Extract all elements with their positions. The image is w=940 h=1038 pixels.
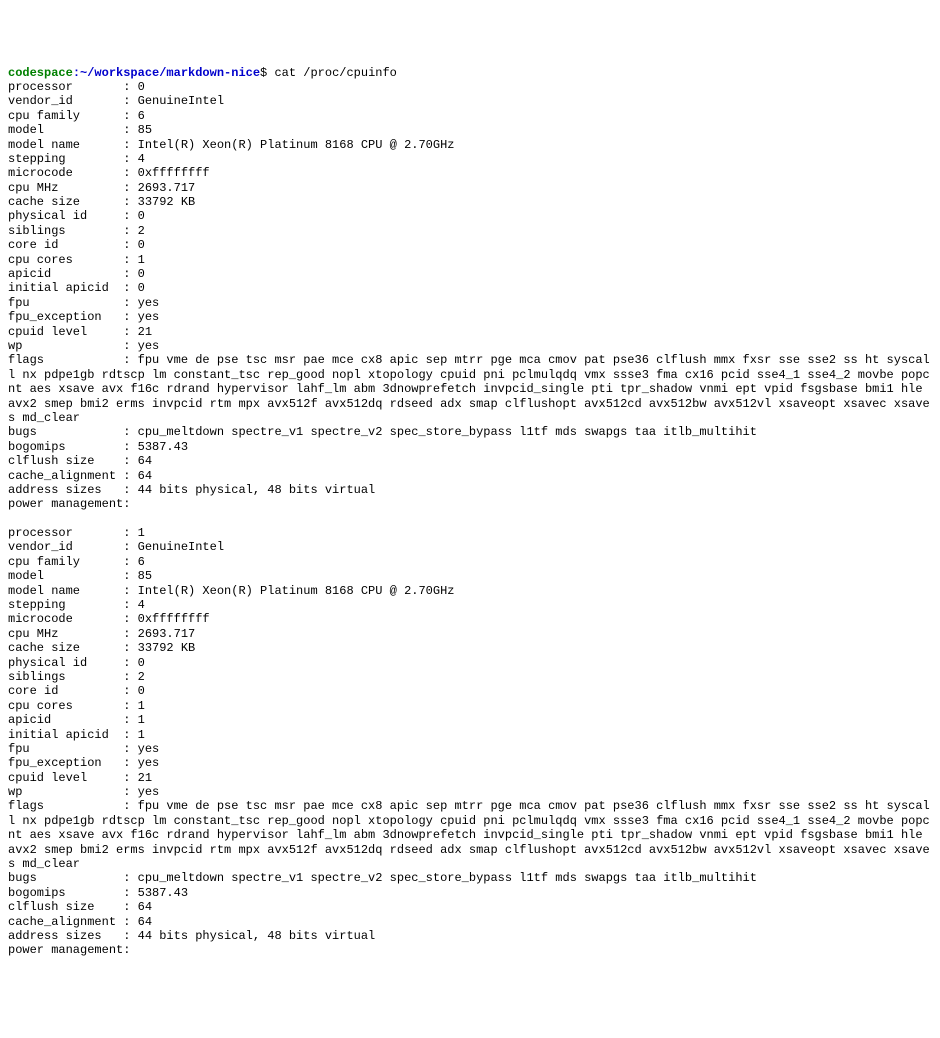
terminal[interactable]: codespace:~/workspace/markdown-nice$ cat… — [8, 66, 932, 958]
prompt-separator: : — [73, 66, 80, 80]
command-output: processor : 0 vendor_id : GenuineIntel c… — [8, 80, 932, 958]
command-text: cat /proc/cpuinfo — [274, 66, 396, 80]
prompt-user: codespace — [8, 66, 73, 80]
prompt-path: ~/workspace/markdown-nice — [80, 66, 260, 80]
prompt-symbol: $ — [260, 66, 267, 80]
